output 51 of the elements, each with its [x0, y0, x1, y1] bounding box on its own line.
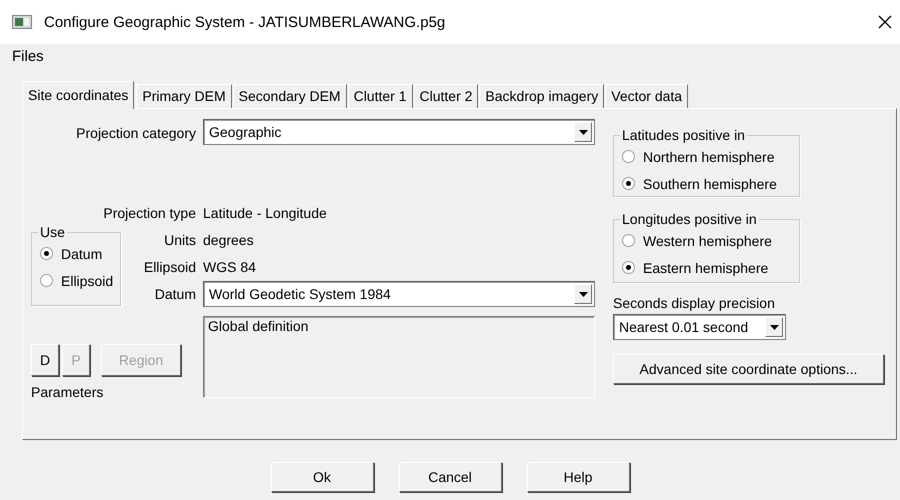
- tab[interactable]: Vector data: [605, 84, 688, 108]
- seconds-precision-dropdown[interactable]: Nearest 0.01 second: [613, 314, 786, 340]
- window-title: Configure Geographic System - JATISUMBERLAWANG.p5g: [44, 14, 446, 30]
- radio-button[interactable]: [622, 177, 635, 190]
- tab[interactable]: Secondary DEM: [232, 84, 347, 108]
- field-value: Latitude - Longitude: [203, 204, 328, 220]
- field-value: WGS 84: [203, 258, 257, 274]
- group-title: Use: [39, 224, 66, 240]
- radio-button[interactable]: [622, 150, 635, 163]
- radio-label: Datum: [61, 246, 102, 262]
- radio-button[interactable]: [40, 274, 53, 287]
- field-label: Seconds display precision: [613, 295, 776, 311]
- projection-category-dropdown[interactable]: Geographic: [203, 119, 595, 145]
- definition-box: Global definition: [203, 316, 595, 398]
- radio-button[interactable]: [622, 234, 635, 247]
- dropdown-arrow-button[interactable]: [574, 284, 592, 304]
- ok-button[interactable]: Ok: [270, 462, 374, 492]
- close-icon[interactable]: [878, 15, 892, 29]
- app-icon: [12, 15, 32, 29]
- radio-button[interactable]: [40, 247, 53, 260]
- radio-label: Eastern hemisphere: [643, 260, 768, 276]
- radio-label: Ellipsoid: [61, 272, 114, 288]
- parameter-button[interactable]: D: [31, 344, 59, 376]
- field-label: Ellipsoid: [142, 258, 196, 274]
- parameters-label: Parameters: [31, 384, 104, 400]
- tab[interactable]: Site coordinates: [22, 81, 134, 109]
- tab[interactable]: Backdrop imagery: [479, 84, 604, 108]
- radio-button[interactable]: [622, 261, 635, 274]
- datum-dropdown[interactable]: World Geodetic System 1984: [203, 281, 595, 307]
- radio-label: Western hemisphere: [643, 232, 772, 248]
- field-label: Projection category: [75, 125, 196, 141]
- field-label: Projection type: [102, 204, 196, 220]
- field-label: Units: [163, 232, 196, 248]
- dropdown-arrow-button[interactable]: [574, 122, 592, 142]
- radio-label: Southern hemisphere: [643, 176, 777, 192]
- group-title: Longitudes positive in: [621, 211, 758, 227]
- tab[interactable]: Clutter 2: [414, 84, 478, 108]
- advanced-options-button[interactable]: Advanced site coordinate options...: [613, 354, 884, 384]
- dropdown-arrow-button[interactable]: [765, 317, 783, 337]
- field-value: degrees: [203, 232, 255, 248]
- radio-label: Northern hemisphere: [643, 148, 775, 164]
- field-label: Datum: [154, 286, 196, 302]
- tab[interactable]: Clutter 1: [348, 84, 412, 108]
- caret-icon: [578, 292, 588, 296]
- caret-icon: [770, 324, 778, 330]
- help-button[interactable]: Help: [526, 462, 630, 492]
- tab[interactable]: Primary DEM: [136, 84, 232, 108]
- cancel-button[interactable]: Cancel: [398, 462, 502, 492]
- group-title: Latitudes positive in: [621, 127, 746, 143]
- caret-icon: [578, 130, 588, 134]
- menu-item[interactable]: Files: [12, 48, 44, 64]
